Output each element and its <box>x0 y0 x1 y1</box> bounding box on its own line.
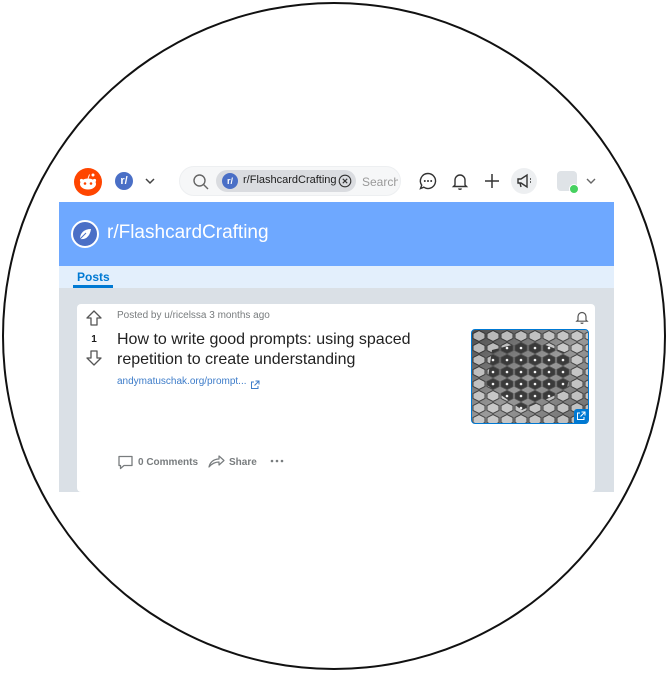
share-button[interactable]: Share <box>229 457 257 468</box>
notification-bell-icon[interactable] <box>574 309 590 325</box>
search-icon <box>192 173 210 191</box>
search-bar[interactable]: r/ r/FlashcardCrafting Search <box>179 166 401 196</box>
online-indicator <box>569 184 579 194</box>
post-title[interactable]: How to write good prompts: using spaced … <box>117 330 447 370</box>
comments-button[interactable]: 0 Comments <box>138 457 198 468</box>
post-feed: 1 Posted by u/ricelssa 3 months ago How … <box>59 288 614 492</box>
chevron-down-icon[interactable] <box>143 174 157 188</box>
chip-community-icon: r/ <box>222 173 238 189</box>
upvote-arrow-icon[interactable] <box>85 309 103 327</box>
downvote-arrow-icon[interactable] <box>85 349 103 367</box>
community-leaf-icon <box>71 220 99 248</box>
search-input[interactable]: Search <box>362 175 398 189</box>
community-tabs: Posts <box>59 266 614 288</box>
external-link-icon <box>250 377 260 389</box>
plus-icon[interactable] <box>481 170 503 192</box>
community-title: r/FlashcardCrafting <box>107 222 269 243</box>
circular-frame: r/ r/ r/FlashcardCrafting Search r/Flash… <box>2 2 666 670</box>
community-icon[interactable]: r/ <box>115 172 133 190</box>
post-link[interactable]: andymatuschak.org/prompt... <box>117 376 247 387</box>
share-icon[interactable] <box>207 452 225 470</box>
post-card[interactable]: 1 Posted by u/ricelssa 3 months ago How … <box>77 304 595 492</box>
post-thumbnail[interactable] <box>471 329 589 424</box>
bell-icon[interactable] <box>449 170 471 192</box>
post-meta: Posted by u/ricelssa 3 months ago <box>117 310 270 321</box>
more-options-icon[interactable] <box>269 454 285 468</box>
chat-icon[interactable] <box>417 170 439 192</box>
vote-score: 1 <box>91 334 97 345</box>
top-header: r/ r/ r/FlashcardCrafting Search <box>59 160 614 202</box>
tab-posts[interactable]: Posts <box>77 270 110 284</box>
clear-chip-icon[interactable] <box>338 174 352 188</box>
external-link-icon <box>574 409 588 423</box>
community-filter-chip[interactable]: r/ r/FlashcardCrafting <box>216 170 356 192</box>
chevron-down-icon[interactable] <box>584 174 598 188</box>
community-banner: r/FlashcardCrafting <box>59 202 614 266</box>
comment-icon[interactable] <box>117 454 134 471</box>
megaphone-icon[interactable] <box>511 168 537 194</box>
reddit-logo-icon[interactable] <box>74 168 102 196</box>
chip-label: r/FlashcardCrafting <box>243 174 337 186</box>
